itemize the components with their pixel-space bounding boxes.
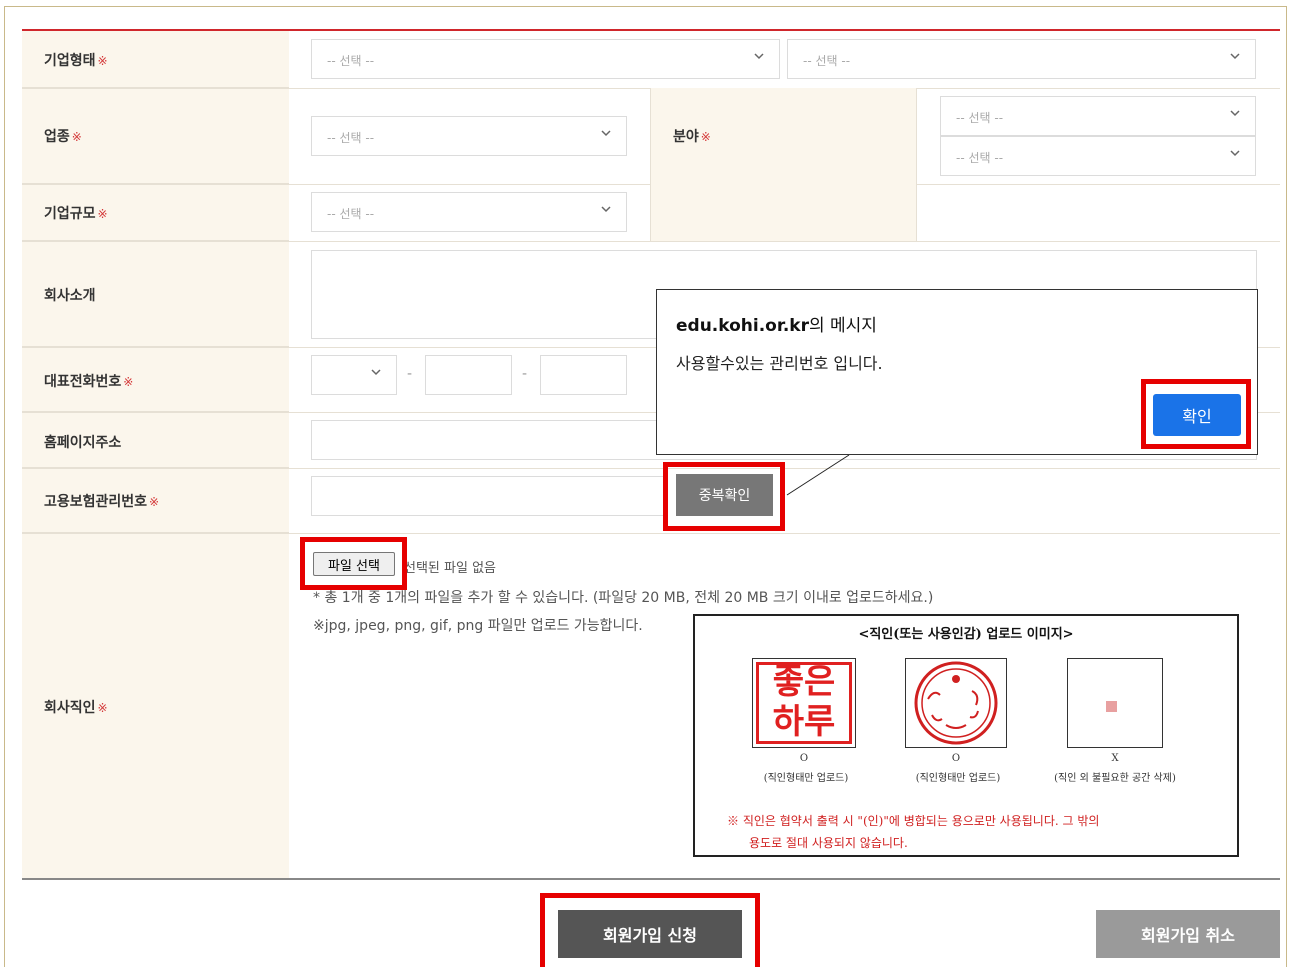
phone-middle-input[interactable]	[425, 355, 512, 395]
seal-sample-desc: (직인 외 불필요한 공간 삭제)	[1054, 773, 1176, 784]
label-company-type-cell: 기업형태 ※	[22, 31, 289, 88]
seal-sample-good: 좋은 하루	[752, 658, 856, 748]
label-company-intro-cell: 회사소개	[22, 241, 289, 347]
company-type-select-1[interactable]: -- 선택 --	[311, 39, 780, 79]
company-size-select[interactable]: -- 선택 --	[311, 192, 627, 232]
label-phone: 대표전화번호 ※	[44, 371, 133, 391]
file-status-text: 선택된 파일 없음	[404, 561, 496, 576]
label-company-size: 기업규모 ※	[44, 203, 108, 223]
dialog-title-suffix: 의 메시지	[808, 316, 877, 336]
seal-guide-note-line2: 용도로 절대 사용되지 않습니다.	[749, 836, 908, 850]
label-company-intro: 회사소개	[44, 288, 96, 304]
select-placeholder: -- 선택 --	[956, 151, 1004, 165]
label-company-type-text: 기업형태	[44, 53, 96, 69]
phone-separator: -	[407, 366, 413, 382]
dialog-site: edu.kohi.or.kr	[676, 316, 809, 336]
small-seal-mark	[1106, 701, 1117, 712]
alert-dialog: edu.kohi.or.kr의 메시지 사용할수있는 관리번호 입니다. 확인	[656, 289, 1258, 455]
file-count-note: * 총 1개 중 1개의 파일을 추가 할 수 있습니다. (파일당 20 MB…	[313, 590, 934, 606]
label-company-type: 기업형태 ※	[44, 50, 108, 70]
chevron-down-icon	[371, 369, 381, 376]
label-company-seal-text: 회사직인	[44, 700, 96, 716]
seal-sample-desc: (직인형태만 업로드)	[915, 773, 1001, 784]
duplicate-check-button[interactable]: 중복확인	[676, 474, 773, 516]
chevron-down-icon	[601, 130, 611, 137]
round-seal-icon	[914, 661, 998, 745]
callout-line	[786, 454, 850, 496]
chevron-down-icon	[1230, 110, 1240, 117]
select-placeholder: -- 선택 --	[327, 207, 375, 221]
row-divider	[22, 468, 1280, 469]
select-placeholder: -- 선택 --	[803, 54, 851, 68]
chevron-down-icon	[1230, 53, 1240, 60]
dialog-message: 사용할수있는 관리번호 입니다.	[676, 354, 883, 373]
label-insurance-number-text: 고용보험관리번호	[44, 494, 148, 510]
label-field: 분야 ※	[673, 126, 711, 146]
label-company-seal: 회사직인 ※	[44, 697, 108, 717]
field-select-1[interactable]: -- 선택 --	[940, 96, 1256, 136]
seal-sample-round	[905, 658, 1007, 748]
file-type-note: ※jpg, jpeg, png, gif, png 파일만 업로드 가능합니다.	[313, 618, 643, 634]
required-mark: ※	[97, 54, 108, 68]
dialog-title: edu.kohi.or.kr의 메시지	[676, 311, 877, 336]
signup-cancel-button[interactable]: 회원가입 취소	[1096, 910, 1280, 958]
seal-sample-mark: X	[1111, 753, 1119, 764]
label-industry: 업종 ※	[44, 126, 82, 146]
signup-submit-button[interactable]: 회원가입 신청	[558, 910, 742, 958]
required-mark: ※	[97, 207, 108, 221]
form-bottom-border	[22, 878, 1280, 880]
seal-guide-note-line1: ※ 직인은 협약서 출력 시 "(인)"에 병합되는 용으로만 사용됩니다. 그…	[727, 814, 1100, 828]
seal-sample-mark: O	[799, 753, 809, 764]
required-mark: ※	[149, 495, 160, 509]
company-type-select-2[interactable]: -- 선택 --	[787, 39, 1256, 79]
seal-sample-bad	[1067, 658, 1163, 748]
industry-select[interactable]: -- 선택 --	[311, 116, 627, 156]
label-industry-text: 업종	[44, 129, 70, 145]
insurance-number-input[interactable]	[311, 476, 667, 516]
label-field-text: 분야	[673, 129, 699, 145]
label-field-cell: 분야 ※	[650, 88, 917, 241]
label-company-size-text: 기업규모	[44, 206, 96, 222]
file-select-button[interactable]: 파일 선택	[313, 552, 395, 576]
chevron-down-icon	[1230, 150, 1240, 157]
label-insurance-number-cell: 고용보험관리번호 ※	[22, 468, 289, 533]
field-select-2[interactable]: -- 선택 --	[940, 136, 1256, 176]
required-mark: ※	[123, 375, 134, 389]
seal-sample-mark: O	[951, 753, 961, 764]
seal-sample-text-bottom: 하루	[772, 702, 836, 742]
label-phone-text: 대표전화번호	[44, 374, 122, 390]
phone-area-select[interactable]	[311, 355, 397, 395]
label-phone-cell: 대표전화번호 ※	[22, 347, 289, 412]
seal-sample-text-top: 좋은	[772, 662, 836, 702]
required-mark: ※	[71, 130, 82, 144]
chevron-down-icon	[601, 206, 611, 213]
phone-last-input[interactable]	[540, 355, 627, 395]
label-industry-cell: 업종 ※	[22, 88, 289, 184]
seal-sample-desc: (직인형태만 업로드)	[763, 773, 849, 784]
seal-guide-box: <직인(또는 사용인감) 업로드 이미지> 좋은 하루 O (직인형태만 업로드…	[693, 614, 1239, 857]
phone-separator: -	[522, 366, 528, 382]
label-homepage: 홈페이지주소	[44, 435, 122, 451]
select-placeholder: -- 선택 --	[327, 54, 375, 68]
row-divider	[22, 241, 1280, 242]
select-placeholder: -- 선택 --	[327, 131, 375, 145]
row-divider	[22, 533, 1280, 534]
label-homepage-cell: 홈페이지주소	[22, 412, 289, 468]
dialog-ok-button[interactable]: 확인	[1153, 394, 1241, 436]
label-company-size-cell: 기업규모 ※	[22, 184, 289, 241]
label-insurance-number: 고용보험관리번호 ※	[44, 491, 159, 511]
label-company-seal-cell: 회사직인 ※	[22, 533, 289, 878]
select-placeholder: -- 선택 --	[956, 111, 1004, 125]
required-mark: ※	[700, 130, 711, 144]
chevron-down-icon	[754, 53, 764, 60]
required-mark: ※	[97, 701, 108, 715]
seal-guide-title: <직인(또는 사용인감) 업로드 이미지>	[858, 627, 1074, 642]
